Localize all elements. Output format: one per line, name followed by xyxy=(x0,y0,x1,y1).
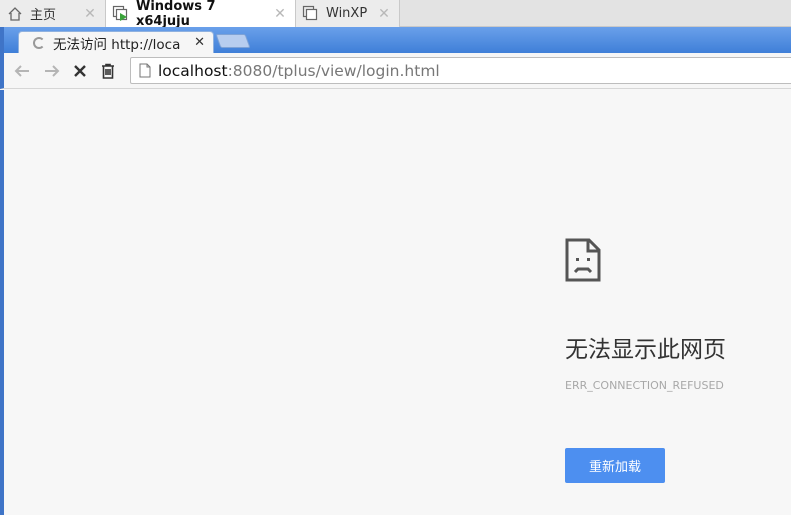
vm-tab-label: WinXP xyxy=(326,6,368,21)
forward-button[interactable] xyxy=(42,61,62,81)
error-code: ERR_CONNECTION_REFUSED xyxy=(565,379,724,392)
close-icon[interactable]: ✕ xyxy=(273,7,287,21)
url-path: :8080/tplus/view/login.html xyxy=(227,61,440,80)
vm-tab-label: Windows 7 x64juju xyxy=(136,0,216,29)
url-host: localhost xyxy=(158,61,228,80)
vm-tab-windows7[interactable]: Windows 7 x64juju ✕ xyxy=(106,0,296,29)
close-icon[interactable]: ✕ xyxy=(377,7,391,21)
vm-running-icon xyxy=(112,5,130,23)
back-button[interactable] xyxy=(12,61,32,81)
trash-icon xyxy=(102,63,114,79)
browser-tab[interactable]: 无法访问 http://loca ✕ xyxy=(18,31,214,53)
close-icon[interactable]: ✕ xyxy=(83,7,97,21)
sad-page-icon xyxy=(565,238,601,282)
browser-tab-title: 无法访问 http://loca xyxy=(53,36,181,53)
stop-x-icon xyxy=(74,65,86,77)
new-tab-button[interactable] xyxy=(215,34,251,48)
clear-button[interactable] xyxy=(98,61,118,81)
page-icon xyxy=(139,63,151,78)
stop-button[interactable] xyxy=(70,61,90,81)
browser-toolbar: localhost:8080/tplus/view/login.html xyxy=(0,53,791,89)
reload-button[interactable]: 重新加载 xyxy=(565,448,665,483)
error-page: 无法显示此网页 ERR_CONNECTION_REFUSED 重新加载 xyxy=(0,90,791,515)
browser-tab-strip: 无法访问 http://loca ✕ xyxy=(0,27,791,53)
vm-tab-label: 主页 xyxy=(30,8,57,23)
error-title: 无法显示此网页 xyxy=(565,337,726,363)
close-tab-icon[interactable]: ✕ xyxy=(194,35,205,50)
forward-arrow-icon xyxy=(45,65,60,77)
vm-tab-bar: 主页 ✕ Windows 7 x64juju ✕ WinXP ✕ xyxy=(0,0,791,29)
vm-icon xyxy=(302,5,320,23)
loading-spinner-icon xyxy=(33,36,45,49)
vm-tab-winxp[interactable]: WinXP ✕ xyxy=(296,0,400,27)
address-bar[interactable]: localhost:8080/tplus/view/login.html xyxy=(130,57,791,84)
back-arrow-icon xyxy=(14,65,29,77)
home-icon xyxy=(6,5,24,23)
vm-tab-home[interactable]: 主页 ✕ xyxy=(0,0,106,27)
